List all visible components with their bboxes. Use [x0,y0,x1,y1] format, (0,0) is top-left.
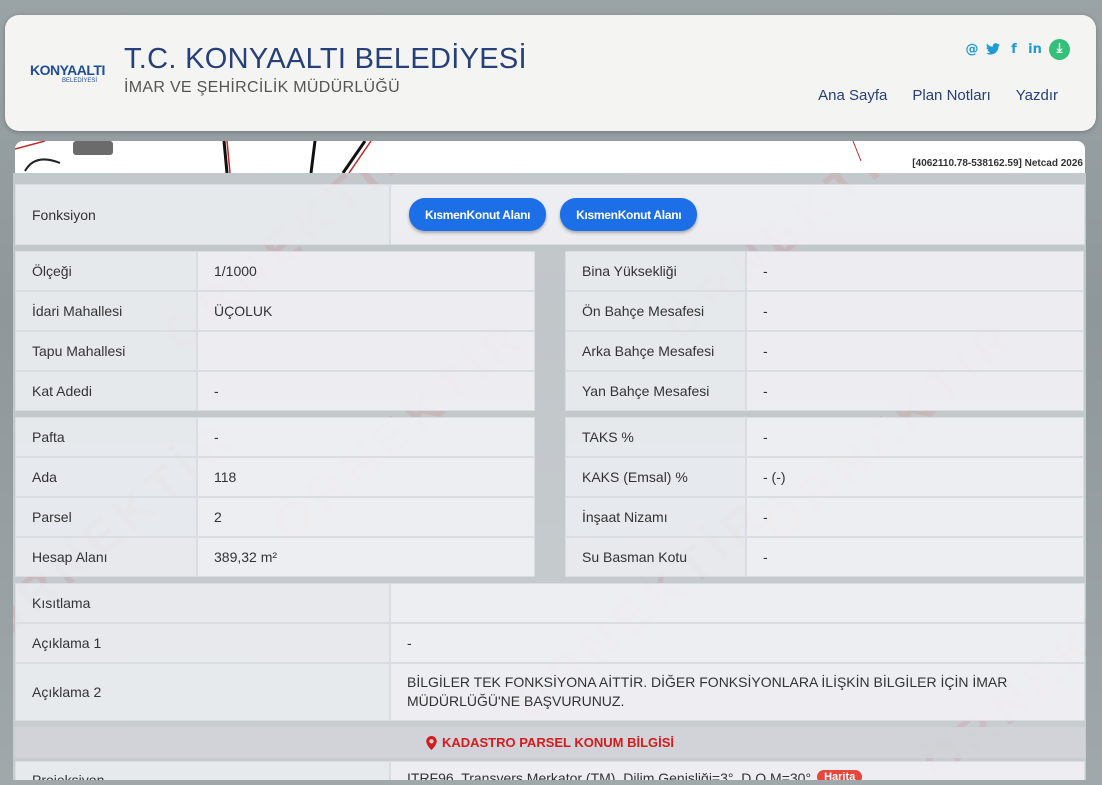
tapu-mahallesi-label: Tapu Mahallesi [15,331,197,371]
hesap-alani-label: Hesap Alanı [15,537,197,577]
arka-bahce-mesafesi-value: - [746,331,1084,371]
kat-adedi-label: Kat Adedi [15,371,197,411]
table-row: Su Basman Kotu - [565,537,1084,577]
table-row: KAKS (Emsal) % - (-) [565,457,1084,497]
olcegi-label: Ölçeği [15,251,197,291]
bina-yuksekligi-value: - [746,251,1084,291]
parsel-label: Parsel [15,497,197,537]
table-row: Tapu Mahallesi [15,331,535,371]
top-nav: Ana Sayfa Plan Notları Yazdır [818,87,1058,104]
kat-adedi-value: - [197,371,535,411]
insaat-nizami-value: - [746,497,1084,537]
parcel-info-panel: ÖRNEKTİR ÖRNEKTİR ÖRNEKTİR ÖRNEKTİR ÖRNE… [13,173,1086,780]
kisitlama-label: Kısıtlama [15,583,390,623]
fonksiyon-row: Fonksiyon KısmenKonut Alanı KısmenKonut … [15,184,1085,245]
nav-plan-notlari[interactable]: Plan Notları [912,87,990,104]
table-row: Bina Yüksekliği - [565,251,1084,291]
parsel-value: 2 [197,497,535,537]
nav-ana-sayfa[interactable]: Ana Sayfa [818,87,887,104]
projeksiyon-value: ITRF96, Transvers Merkator (TM), Dilim G… [407,770,812,780]
logo-subtext: BELEDİYESİ [62,78,98,84]
aciklama-1-value: - [390,623,1085,663]
table-row: Arka Bahçe Mesafesi - [565,331,1084,371]
aciklama-1-label: Açıklama 1 [15,623,390,663]
table-row: Açıklama 2 BİLGİLER TEK FONKSİYONA AİTTİ… [15,663,1085,721]
konyaalti-logo[interactable]: KONYAALTI BELEDİYESİ [30,62,112,92]
bina-yuksekligi-label: Bina Yüksekliği [565,251,746,291]
table-row: Yan Bahçe Mesafesi - [565,371,1084,411]
map-coordinates: [4062110.78-538162.59] Netcad 2026 [912,158,1083,169]
aciklama-2-value: BİLGİLER TEK FONKSİYONA AİTTİR. DİĞER FO… [390,663,1085,721]
kadastro-section-header: KADASTRO PARSEL KONUM BİLGİSİ [15,727,1085,758]
su-basman-kotu-label: Su Basman Kotu [565,537,746,577]
table-row: Ada 118 [15,457,535,497]
taks-value: - [746,417,1084,457]
social-links: @ f in ⤓ [965,39,1070,60]
table-row: Ölçeği 1/1000 [15,251,535,291]
ada-value: 118 [197,457,535,497]
aciklama-2-label: Açıklama 2 [15,663,390,721]
function-button-1[interactable]: KısmenKonut Alanı [409,198,547,231]
on-bahce-mesafesi-value: - [746,291,1084,331]
map-view[interactable]: [4062110.78-538162.59] Netcad 2026 [15,141,1085,173]
taks-label: TAKS % [565,417,746,457]
pafta-label: Pafta [15,417,197,457]
arka-bahce-mesafesi-label: Arka Bahçe Mesafesi [565,331,746,371]
at-icon[interactable]: @ [965,42,979,57]
hesap-alani-value: 389,32 m² [197,537,535,577]
fonksiyon-value: KısmenKonut Alanı KısmenKonut Alanı [390,184,1085,245]
tapu-mahallesi-value [197,331,535,371]
on-bahce-mesafesi-label: Ön Bahçe Mesafesi [565,291,746,331]
projeksiyon-row: Projeksiyon ITRF96, Transvers Merkator (… [15,761,1085,780]
kaks-label: KAKS (Emsal) % [565,457,746,497]
logo-text: KONYAALTI [30,62,105,78]
twitter-icon[interactable] [986,42,1000,57]
idari-mahallesi-value: ÜÇOLUK [197,291,535,331]
table-row: TAKS % - [565,417,1084,457]
su-basman-kotu-value: - [746,537,1084,577]
table-row: İdari Mahallesi ÜÇOLUK [15,291,535,331]
projeksiyon-value-cell: ITRF96, Transvers Merkator (TM), Dilim G… [390,761,1085,780]
insaat-nizami-label: İnşaat Nizamı [565,497,746,537]
table-row: Kat Adedi - [15,371,535,411]
facebook-icon[interactable]: f [1007,42,1021,57]
kisitlama-value [390,583,1085,623]
download-icon[interactable]: ⤓ [1049,39,1070,60]
table-row: Parsel 2 [15,497,535,537]
location-pin-icon [426,735,437,750]
table-row: Açıklama 1 - [15,623,1085,663]
page-title: T.C. KONYAALTI BELEDİYESİ [124,43,527,75]
table-row: Kısıtlama [15,583,1085,623]
linkedin-icon[interactable]: in [1028,42,1042,57]
fonksiyon-label: Fonksiyon [15,184,390,245]
nav-yazdir[interactable]: Yazdır [1016,87,1058,104]
pafta-value: - [197,417,535,457]
page-subtitle: İMAR VE ŞEHİRCİLİK MÜDÜRLÜĞÜ [124,79,400,96]
header: KONYAALTI BELEDİYESİ T.C. KONYAALTI BELE… [5,15,1096,131]
idari-mahallesi-label: İdari Mahallesi [15,291,197,331]
table-row: Pafta - [15,417,535,457]
yan-bahce-mesafesi-label: Yan Bahçe Mesafesi [565,371,746,411]
kaks-value: - (-) [746,457,1084,497]
ada-label: Ada [15,457,197,497]
table-row: İnşaat Nizamı - [565,497,1084,537]
table-row: Hesap Alanı 389,32 m² [15,537,535,577]
harita-label: Harita [824,771,856,780]
table-row: Ön Bahçe Mesafesi - [565,291,1084,331]
olcegi-value: 1/1000 [197,251,535,291]
harita-button[interactable]: Harita [817,770,863,780]
yan-bahce-mesafesi-value: - [746,371,1084,411]
function-button-2[interactable]: KısmenKonut Alanı [560,198,698,231]
projeksiyon-label: Projeksiyon [15,761,390,780]
kadastro-title: KADASTRO PARSEL KONUM BİLGİSİ [441,735,675,750]
